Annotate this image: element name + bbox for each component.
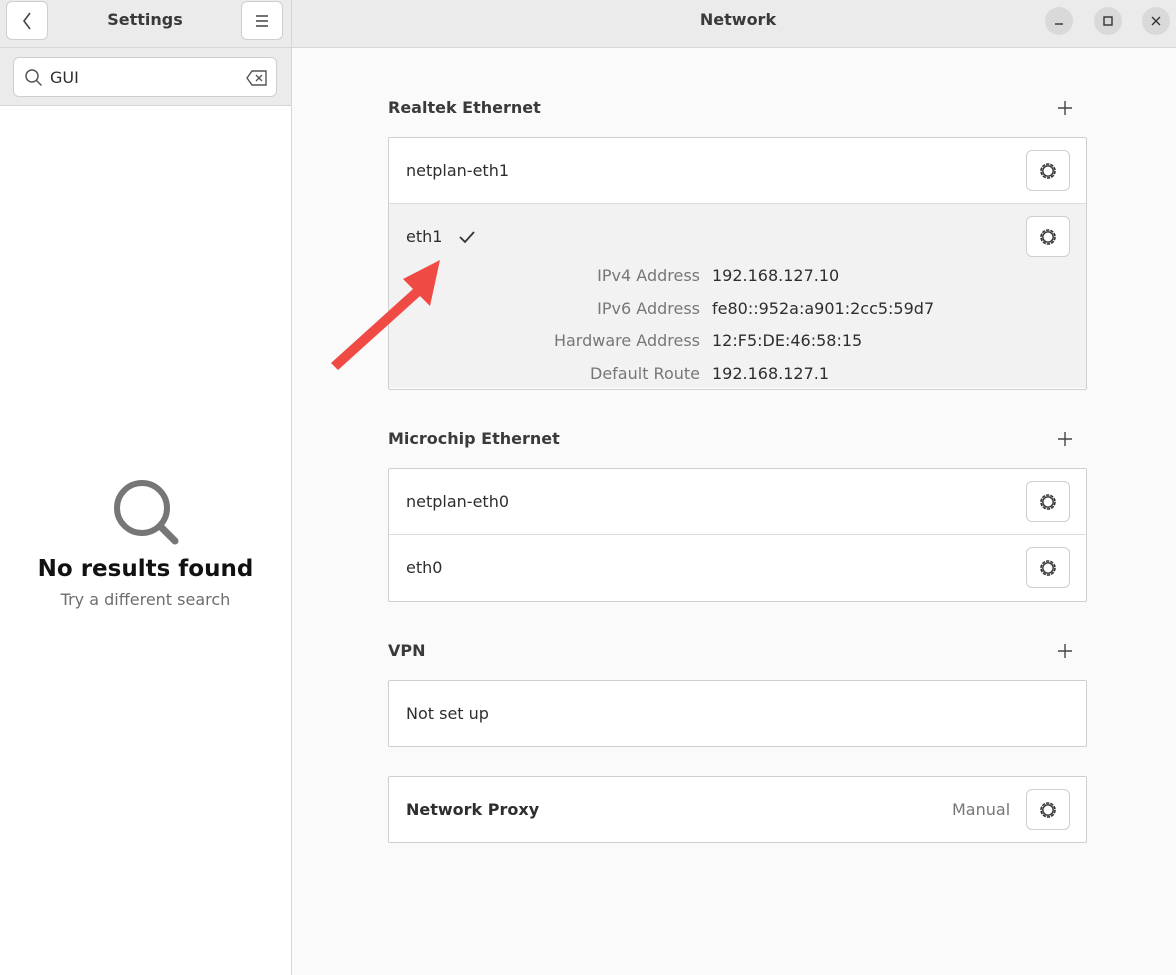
detail-row: IPv6 Address fe80::952a:a901:2cc5:59d7: [389, 295, 1086, 328]
close-button[interactable]: [1142, 7, 1170, 35]
add-realtek-button[interactable]: [1054, 97, 1076, 119]
back-button[interactable]: [6, 1, 48, 40]
detail-key: IPv4 Address: [597, 266, 700, 285]
maximize-button[interactable]: [1094, 7, 1122, 35]
list-item-eth1[interactable]: eth1 IPv4 Address 192.168.127.10 IPv6 Ad…: [389, 204, 1086, 388]
page-title: Network: [699, 10, 777, 29]
section-label-microchip: Microchip Ethernet: [388, 429, 560, 448]
realtek-card: netplan-eth1 eth1 IPv4 Address 192.168.1…: [388, 137, 1087, 390]
backspace-icon[interactable]: [245, 68, 269, 88]
microchip-card: netplan-eth0 eth0: [388, 468, 1087, 602]
settings-button[interactable]: [1026, 547, 1070, 588]
connection-details: IPv4 Address 192.168.127.10 IPv6 Address…: [389, 262, 1086, 393]
list-item-netplan-eth1[interactable]: netplan-eth1: [389, 138, 1086, 204]
detail-value: 192.168.127.10: [712, 266, 840, 285]
detail-key: IPv6 Address: [597, 298, 700, 318]
add-vpn-button[interactable]: [1054, 640, 1076, 662]
hamburger-icon: [256, 14, 268, 27]
detail-row: IPv4 Address 192.168.127.10: [389, 262, 1086, 295]
minimize-button[interactable]: [1045, 7, 1073, 35]
detail-value: fe80::952a:a901:2cc5:59d7: [712, 298, 935, 318]
checkmark-icon: [459, 231, 475, 244]
sidebar-title: Settings: [107, 10, 183, 29]
chevron-left-icon: [23, 12, 31, 29]
proxy-card: Network Proxy Manual: [388, 776, 1087, 843]
detail-value: 12:F5:DE:46:58:15: [712, 331, 863, 351]
search-icon: [113, 480, 178, 545]
section-label-realtek: Realtek Ethernet: [388, 98, 541, 117]
proxy-label: Network Proxy: [406, 800, 540, 819]
connection-label: netplan-eth0: [406, 492, 510, 511]
settings-button[interactable]: [1026, 150, 1070, 191]
settings-button[interactable]: [1026, 789, 1070, 830]
search-input[interactable]: [50, 63, 240, 91]
detail-row: Hardware Address 12:F5:DE:46:58:15: [389, 327, 1086, 360]
menu-button[interactable]: [241, 1, 283, 40]
add-microchip-button[interactable]: [1054, 428, 1076, 450]
empty-state: No results found Try a different search: [0, 470, 291, 609]
empty-state-subtitle: Try a different search: [60, 590, 231, 609]
search-bar: [0, 48, 291, 106]
detail-row: Default Route 192.168.127.1: [389, 360, 1086, 393]
settings-button[interactable]: [1026, 216, 1070, 257]
section-label-vpn: VPN: [388, 641, 426, 660]
list-item-netplan-eth0[interactable]: netplan-eth0: [389, 469, 1086, 535]
sidebar-header: Settings: [0, 0, 291, 48]
vpn-status: Not set up: [406, 704, 489, 723]
list-item-eth0[interactable]: eth0: [389, 535, 1086, 601]
search-box[interactable]: [13, 57, 277, 97]
proxy-status: Manual: [952, 800, 1011, 819]
plus-icon: [1058, 644, 1072, 658]
search-icon: [25, 69, 43, 87]
minimize-icon: [1055, 23, 1063, 25]
gear-icon: [1040, 801, 1056, 818]
maximize-icon: [1103, 16, 1113, 26]
list-item-vpn: Not set up: [389, 681, 1086, 747]
detail-key: Hardware Address: [553, 331, 700, 351]
list-item-network-proxy[interactable]: Network Proxy Manual: [389, 777, 1086, 843]
red-arrow-icon: [331, 260, 440, 370]
gear-icon: [1040, 493, 1056, 510]
empty-state-title: No results found: [37, 556, 254, 582]
vpn-card: Not set up: [388, 680, 1087, 747]
detail-value: 192.168.127.1: [712, 364, 830, 384]
detail-key: Default Route: [590, 364, 700, 384]
close-icon: [1151, 16, 1161, 26]
connection-label: netplan-eth1: [406, 161, 510, 180]
gear-icon: [1040, 162, 1056, 179]
settings-button[interactable]: [1026, 481, 1070, 522]
plus-icon: [1058, 101, 1072, 115]
sidebar: Settings No results found Try a differen…: [0, 0, 292, 975]
connection-label: eth0: [406, 558, 443, 577]
gear-icon: [1040, 228, 1056, 245]
plus-icon: [1058, 432, 1072, 446]
gear-icon: [1040, 559, 1056, 576]
main-header: Network: [292, 0, 1176, 48]
